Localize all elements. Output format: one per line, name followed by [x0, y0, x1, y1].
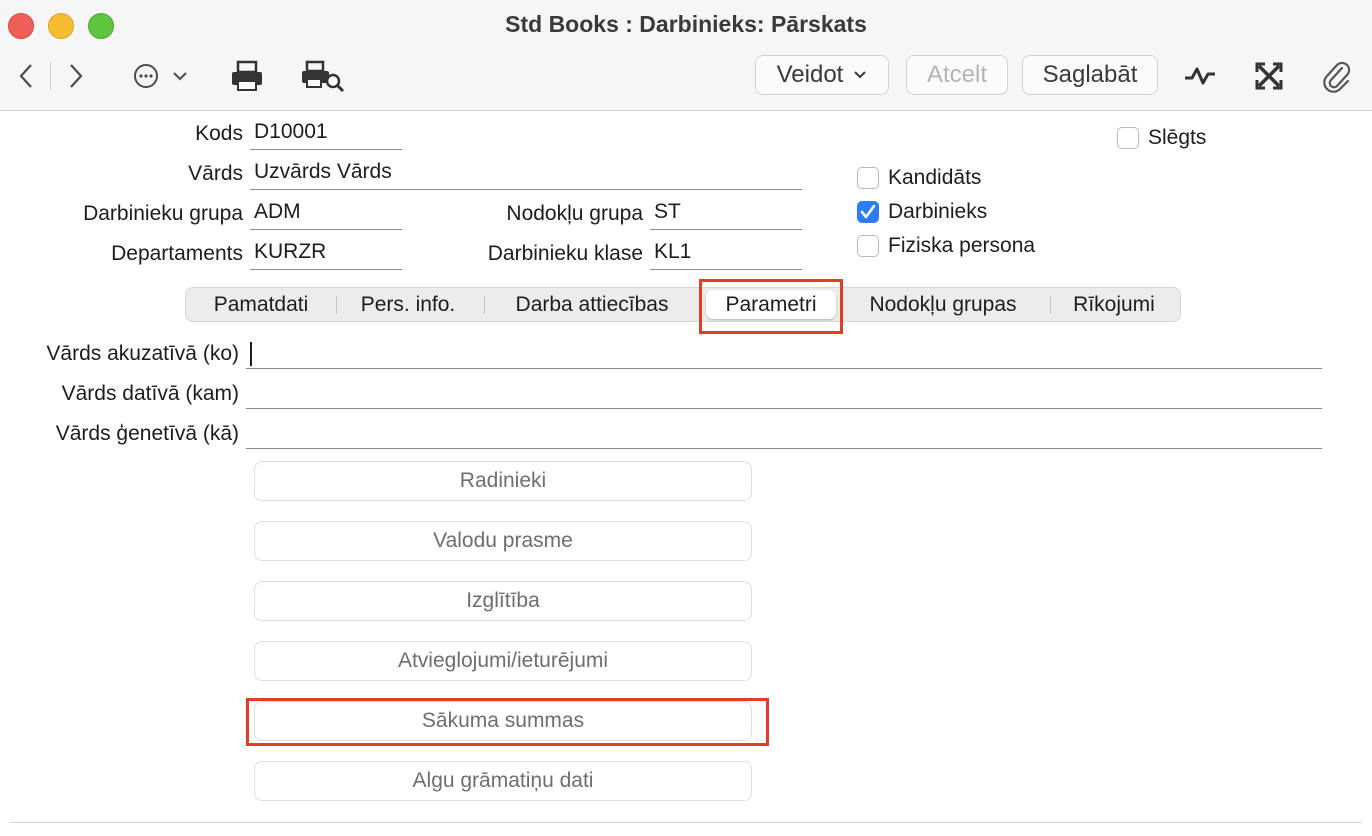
tax-group-field[interactable]: ST [650, 198, 802, 230]
accusative-field[interactable] [246, 368, 1322, 369]
cancel-button[interactable]: Atcelt [906, 55, 1008, 95]
closed-label: Slēgts [1148, 126, 1207, 149]
tab-separator [336, 296, 337, 314]
employee-group-field[interactable]: ADM [250, 198, 402, 230]
tab-pers-info[interactable]: Pers. info. [340, 288, 476, 321]
natural-person-checkbox[interactable] [857, 235, 879, 257]
employee-checkbox[interactable] [857, 201, 879, 223]
create-label: Veidot [776, 61, 844, 88]
opening-amounts-highlight [246, 698, 769, 746]
language-skills-button[interactable]: Valodu prasme [254, 521, 752, 561]
name-field[interactable]: Uzvārds Vārds [250, 158, 802, 190]
window-title: Std Books : Darbinieks: Pārskats [505, 11, 867, 37]
employee-label: Darbinieks [888, 200, 988, 223]
tax-group-label: Nodokļu grupa [506, 202, 643, 225]
chevron-right-icon[interactable] [62, 60, 90, 92]
parametri-tab-highlight [699, 279, 843, 334]
activity-icon[interactable] [1180, 60, 1220, 92]
bottom-divider [10, 822, 1362, 823]
relatives-button[interactable]: Radinieki [254, 461, 752, 501]
chevron-down-icon [854, 71, 867, 79]
genitive-field[interactable] [246, 448, 1322, 449]
title-bar: Std Books : Darbinieks: Pārskats Veidot [0, 0, 1372, 111]
checkmark-icon [860, 204, 876, 219]
chevron-left-icon[interactable] [12, 60, 40, 92]
accusative-label: Vārds akuzatīvā (ko) [46, 342, 239, 365]
closed-checkbox[interactable] [1117, 127, 1139, 149]
payroll-book-data-button[interactable]: Algu grāmatiņu dati [254, 761, 752, 801]
employee-class-field[interactable]: KL1 [650, 238, 802, 270]
tab-bar: Pamatdati Pers. info. Darba attiecības P… [185, 287, 1181, 322]
expand-icon[interactable] [1250, 60, 1288, 92]
tab-separator [484, 296, 485, 314]
candidate-checkbox[interactable] [857, 167, 879, 189]
natural-person-label: Fiziska persona [888, 234, 1036, 257]
tab-nodoklu-grupas[interactable]: Nodokļu grupas [848, 288, 1038, 321]
education-button[interactable]: Izglītība [254, 581, 752, 621]
printer-icon[interactable] [228, 58, 266, 94]
employee-class-label: Darbinieku klase [487, 242, 643, 265]
text-cursor [250, 342, 252, 366]
tab-pamatdati[interactable]: Pamatdati [190, 288, 332, 321]
tab-rikojumi[interactable]: Rīkojumi [1056, 288, 1172, 321]
name-label: Vārds [188, 162, 243, 185]
dative-field[interactable] [246, 408, 1322, 409]
employee-group-label: Darbinieku grupa [83, 202, 243, 225]
tab-darba-attiecibas[interactable]: Darba attiecības [488, 288, 696, 321]
create-menu-button[interactable]: Veidot [755, 55, 889, 95]
department-label: Departaments [111, 242, 243, 265]
paperclip-icon[interactable] [1318, 58, 1356, 94]
nav-separator [50, 62, 51, 90]
genitive-label: Vārds ģenetīvā (kā) [55, 422, 239, 445]
tab-separator [1050, 296, 1051, 314]
department-field[interactable]: KURZR [250, 238, 402, 270]
print-preview-icon[interactable] [300, 58, 346, 94]
save-button[interactable]: Saglabāt [1022, 55, 1158, 95]
code-field[interactable]: D10001 [250, 118, 402, 150]
dative-label: Vārds datīvā (kam) [61, 382, 239, 405]
candidate-label: Kandidāts [888, 166, 982, 189]
reliefs-deductions-button[interactable]: Atvieglojumi/ieturējumi [254, 641, 752, 681]
ellipsis-circle-icon[interactable] [130, 60, 192, 92]
code-label: Kods [195, 122, 243, 145]
